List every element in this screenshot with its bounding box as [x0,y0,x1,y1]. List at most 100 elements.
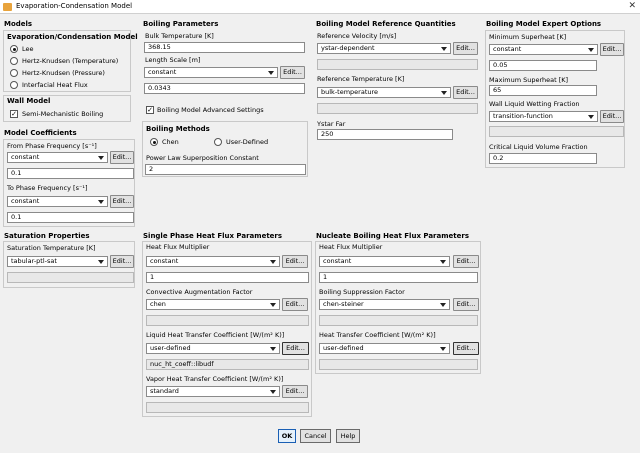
chevron-down-icon [440,260,446,264]
chevron-down-icon [270,260,276,264]
title-bar: Evaporation-Condensation Model ✕ [0,0,640,14]
nb-multiplier-edit-button[interactable]: Edit... [453,255,479,268]
nucleate-group: Heat Flux Multiplier constant Edit... 1 … [315,241,481,374]
max-superheat-input[interactable]: 65 [489,85,597,96]
bulk-temp-label: Bulk Temperature [K] [145,32,214,40]
single-phase-heading: Single Phase Heat Flux Parameters [143,232,283,240]
nb-htc-field [319,359,478,370]
ref-velocity-edit-button[interactable]: Edit... [453,42,478,55]
radio-hk-temperature[interactable] [10,57,18,65]
chevron-down-icon [98,260,104,264]
nb-multiplier-method-value: constant [323,257,352,265]
semi-mechanistic-checkbox[interactable]: ✓ [10,110,18,118]
chevron-down-icon [440,303,446,307]
length-scale-method-value: constant [148,68,177,76]
sp-multiplier-label: Heat Flux Multiplier [146,243,210,251]
power-law-input[interactable]: 2 [145,164,306,175]
length-scale-method-select[interactable]: constant [144,67,278,78]
nb-htc-method-value: user-defined [323,344,364,352]
help-button[interactable]: Help [336,429,360,443]
saturation-temp-select[interactable]: tabular-ptl-sat [7,256,108,267]
advanced-settings-label: Boiling Model Advanced Settings [157,106,264,114]
nb-htc-edit-button[interactable]: Edit... [453,342,479,355]
app-icon [3,3,12,11]
radio-user-defined[interactable] [214,138,222,146]
ref-temp-edit-button[interactable]: Edit... [453,86,478,99]
length-scale-edit-button[interactable]: Edit... [280,66,305,79]
suppression-factor-value: chen-steiner [323,300,364,308]
suppression-factor-select[interactable]: chen-steiner [319,299,450,310]
radio-chen-label: Chen [162,138,179,146]
convective-factor-select[interactable]: chen [146,299,280,310]
min-superheat-method-value: constant [493,45,522,53]
close-icon[interactable]: ✕ [628,1,636,11]
suppression-factor-field [319,315,478,326]
radio-interfacial-heat-flux[interactable] [10,81,18,89]
liquid-htc-edit-button[interactable]: Edit... [282,342,309,355]
saturation-group: Saturation Temperature [K] tabular-ptl-s… [3,241,135,288]
to-phase-value-input[interactable]: 0.1 [7,212,134,223]
sp-multiplier-input[interactable]: 1 [146,272,309,283]
from-phase-edit-button[interactable]: Edit... [110,151,134,164]
sp-multiplier-edit-button[interactable]: Edit... [282,255,308,268]
wetting-fraction-select[interactable]: transition-function [489,111,598,122]
chevron-down-icon [440,347,446,351]
nucleate-heading: Nucleate Boiling Heat Flux Parameters [316,232,469,240]
nb-htc-select[interactable]: user-defined [319,343,450,354]
saturation-udf-field [7,272,134,283]
vapor-htc-edit-button[interactable]: Edit... [282,385,308,398]
chevron-down-icon [441,47,447,51]
sp-multiplier-select[interactable]: constant [146,256,280,267]
ref-velocity-label: Reference Velocity [m/s] [317,32,397,40]
min-superheat-input[interactable]: 0.05 [489,60,597,71]
nb-htc-label: Heat Transfer Coefficient [W/(m² K)] [319,331,436,339]
length-scale-input[interactable]: 0.0343 [144,83,305,94]
chevron-down-icon [98,200,104,204]
boiling-params-heading: Boiling Parameters [143,20,219,28]
saturation-edit-button[interactable]: Edit... [110,255,134,268]
evap-cond-heading: Evaporation/Condensation Model [7,33,138,41]
bulk-temp-input[interactable]: 368.15 [144,42,305,53]
coefficients-heading: Model Coefficients [4,129,77,137]
boiling-methods-group: Boiling Methods Chen User-Defined Power … [142,121,308,177]
nb-multiplier-select[interactable]: constant [319,256,450,267]
ref-velocity-select[interactable]: ystar-dependent [317,43,451,54]
from-phase-label: From Phase Frequency [s⁻¹] [7,142,97,150]
vapor-htc-label: Vapor Heat Transfer Coefficient [W/(m² K… [146,375,284,383]
ref-quantities-heading: Boiling Model Reference Quantities [316,20,456,28]
from-phase-value-input[interactable]: 0.1 [7,168,134,179]
saturation-temp-value: tabular-ptl-sat [11,257,57,265]
radio-interfacial-label: Interfacial Heat Flux [22,81,88,89]
ystar-far-input[interactable]: 250 [317,129,453,140]
min-superheat-edit-button[interactable]: Edit... [600,43,624,56]
to-phase-edit-button[interactable]: Edit... [110,195,134,208]
ok-button[interactable]: OK [278,429,296,443]
advanced-settings-checkbox[interactable]: ✓ [146,106,154,114]
radio-lee[interactable] [10,45,18,53]
ref-temp-select[interactable]: bulk-temperature [317,87,451,98]
ref-temp-value: bulk-temperature [321,88,379,96]
liquid-htc-select[interactable]: user-defined [146,343,280,354]
radio-chen[interactable] [150,138,158,146]
to-phase-method-value: constant [11,197,40,205]
chevron-down-icon [98,156,104,160]
to-phase-method-select[interactable]: constant [7,196,108,207]
convective-factor-edit-button[interactable]: Edit... [282,298,308,311]
critical-fraction-input[interactable]: 0.2 [489,153,597,164]
min-superheat-select[interactable]: constant [489,44,598,55]
wetting-fraction-field [489,126,624,137]
radio-lee-label: Lee [22,45,34,53]
wetting-fraction-edit-button[interactable]: Edit... [600,110,624,123]
radio-hk-pressure-label: Hertz-Knudsen (Pressure) [22,69,105,77]
suppression-factor-edit-button[interactable]: Edit... [453,298,479,311]
vapor-htc-select[interactable]: standard [146,386,280,397]
radio-user-defined-label: User-Defined [226,138,269,146]
min-superheat-label: Minimum Superheat [K] [489,33,567,41]
nb-multiplier-input[interactable]: 1 [319,272,478,283]
cancel-button[interactable]: Cancel [300,429,331,443]
radio-hk-pressure[interactable] [10,69,18,77]
chevron-down-icon [270,390,276,394]
boiling-methods-heading: Boiling Methods [146,125,210,133]
chevron-down-icon [441,91,447,95]
from-phase-method-select[interactable]: constant [7,152,108,163]
